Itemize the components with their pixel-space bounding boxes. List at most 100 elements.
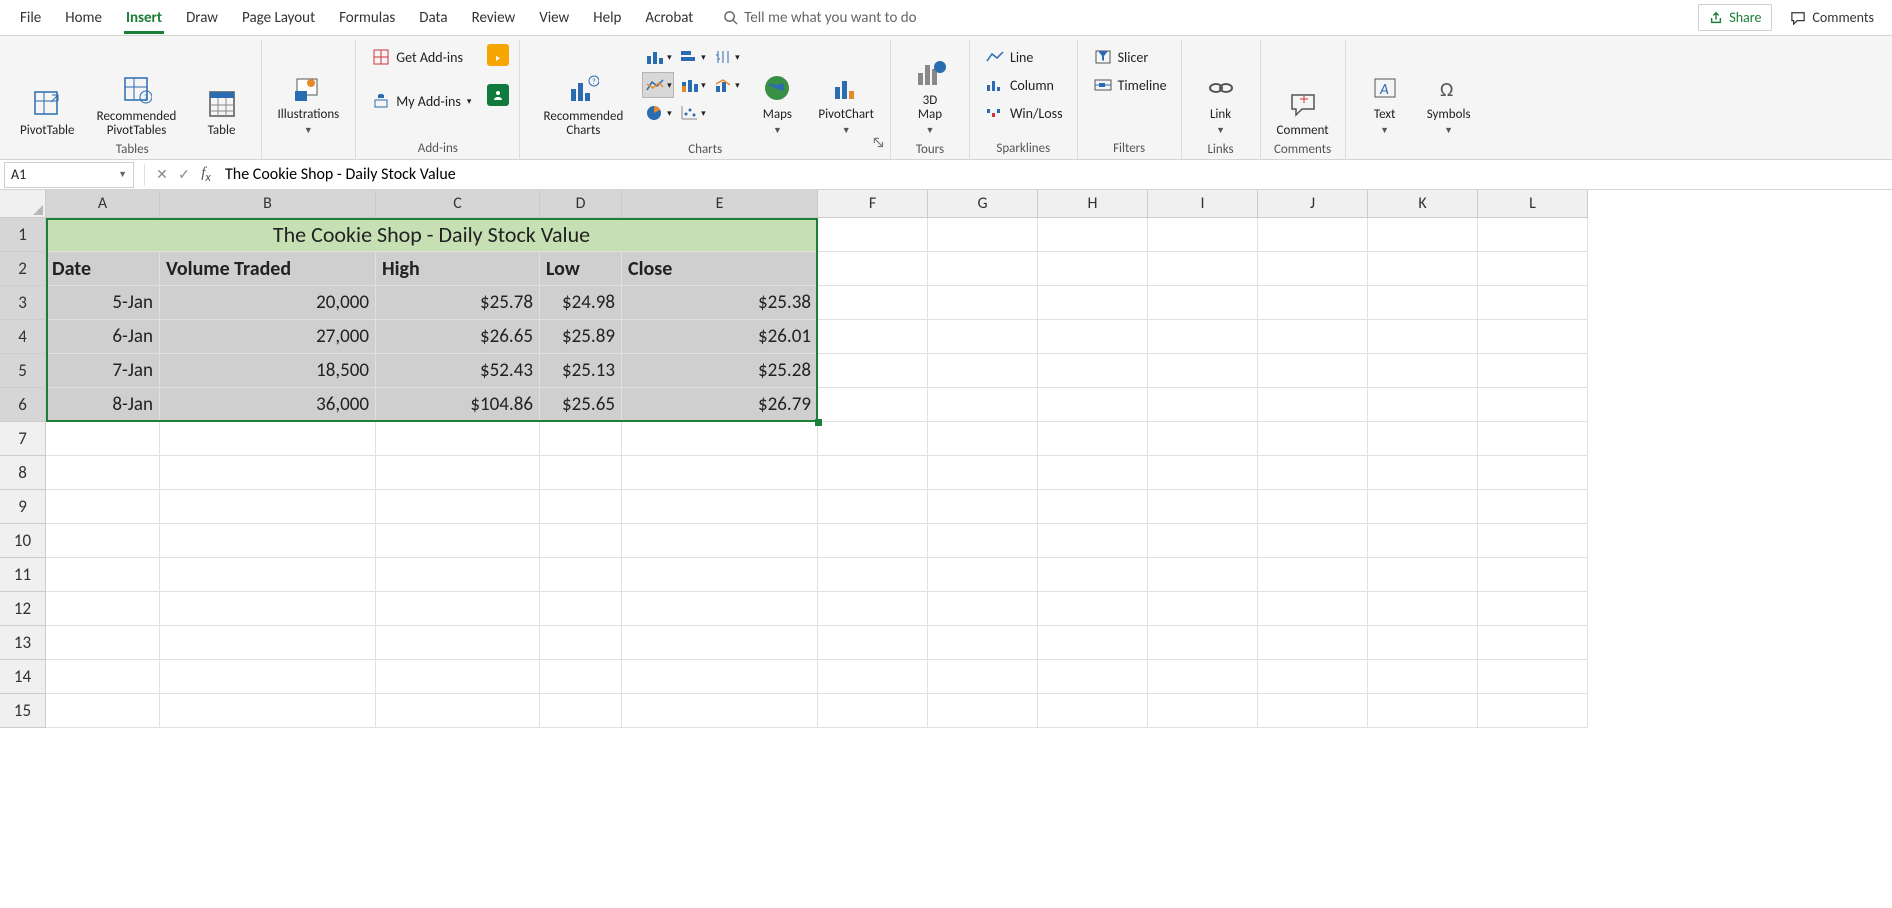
cell[interactable] (1258, 286, 1368, 320)
tab-file[interactable]: File (8, 3, 53, 33)
cell[interactable] (160, 592, 376, 626)
cell[interactable] (1258, 218, 1368, 252)
cell[interactable] (1038, 558, 1148, 592)
cell[interactable] (160, 456, 376, 490)
row-header[interactable]: 3 (0, 286, 46, 320)
my-addins-button[interactable]: My Add-ins ▾ (366, 88, 475, 114)
cell[interactable] (1478, 320, 1588, 354)
col-header-F[interactable]: F (818, 190, 928, 218)
cell[interactable] (622, 592, 818, 626)
cell[interactable]: 7-Jan (46, 354, 160, 388)
cell[interactable]: 8-Jan (46, 388, 160, 422)
cell[interactable] (818, 252, 928, 286)
cell[interactable] (540, 490, 622, 524)
cell[interactable] (1148, 388, 1258, 422)
cell[interactable] (818, 422, 928, 456)
cell[interactable] (1368, 456, 1478, 490)
cell[interactable] (928, 694, 1038, 728)
cancel-formula-icon[interactable]: ✕ (151, 166, 173, 183)
cell[interactable]: Low (540, 252, 622, 286)
cell[interactable] (1148, 524, 1258, 558)
timeline-button[interactable]: Timeline (1088, 72, 1171, 98)
3d-map-button[interactable]: 3D Map▼ (901, 44, 959, 140)
cell[interactable] (46, 558, 160, 592)
row-header[interactable]: 12 (0, 592, 46, 626)
sparkline-winloss-button[interactable]: Win/Loss (980, 100, 1067, 126)
tab-insert[interactable]: Insert (114, 3, 174, 33)
cell[interactable] (46, 694, 160, 728)
cell[interactable] (376, 660, 540, 694)
col-header-B[interactable]: B (160, 190, 376, 218)
slicer-button[interactable]: Slicer (1088, 44, 1171, 70)
cell[interactable] (1258, 252, 1368, 286)
comments-button[interactable]: Comments (1780, 5, 1884, 30)
cell[interactable]: $52.43 (376, 354, 540, 388)
cell[interactable]: 18,500 (160, 354, 376, 388)
cell[interactable] (1258, 626, 1368, 660)
cell[interactable] (540, 694, 622, 728)
row-header[interactable]: 2 (0, 252, 46, 286)
cell[interactable] (818, 558, 928, 592)
cell[interactable] (1038, 320, 1148, 354)
cell[interactable] (376, 524, 540, 558)
cell[interactable] (928, 456, 1038, 490)
cell[interactable] (1368, 524, 1478, 558)
cell[interactable]: 36,000 (160, 388, 376, 422)
cell[interactable] (376, 626, 540, 660)
cell[interactable] (928, 388, 1038, 422)
row-header[interactable]: 14 (0, 660, 46, 694)
cell[interactable] (1478, 694, 1588, 728)
cell[interactable] (1148, 558, 1258, 592)
col-header-H[interactable]: H (1038, 190, 1148, 218)
cell[interactable]: 5-Jan (46, 286, 160, 320)
tab-draw[interactable]: Draw (174, 3, 230, 33)
cell[interactable] (1478, 388, 1588, 422)
cell[interactable] (1148, 490, 1258, 524)
tab-data[interactable]: Data (407, 3, 459, 33)
cell[interactable] (622, 456, 818, 490)
col-header-J[interactable]: J (1258, 190, 1368, 218)
table-button[interactable]: Table (193, 44, 251, 140)
cell[interactable] (1258, 694, 1368, 728)
cell[interactable]: 27,000 (160, 320, 376, 354)
cell[interactable] (540, 660, 622, 694)
cell[interactable] (540, 558, 622, 592)
cell[interactable] (1368, 626, 1478, 660)
cell[interactable] (818, 456, 928, 490)
cell[interactable] (1038, 626, 1148, 660)
cell[interactable] (1258, 660, 1368, 694)
cell[interactable]: $26.01 (622, 320, 818, 354)
symbols-button[interactable]: Ω Symbols▼ (1420, 44, 1478, 140)
cell[interactable] (1368, 592, 1478, 626)
cell[interactable] (928, 252, 1038, 286)
maps-button[interactable]: Maps▼ (748, 44, 806, 140)
cell[interactable] (928, 660, 1038, 694)
cell[interactable] (818, 320, 928, 354)
tab-view[interactable]: View (527, 3, 581, 33)
cell[interactable] (46, 524, 160, 558)
tab-formulas[interactable]: Formulas (327, 3, 407, 33)
cell[interactable]: 20,000 (160, 286, 376, 320)
tell-me-search[interactable]: Tell me what you want to do (723, 9, 916, 27)
cell[interactable] (1368, 218, 1478, 252)
cell[interactable] (1148, 354, 1258, 388)
cell[interactable] (928, 354, 1038, 388)
cell[interactable] (1148, 218, 1258, 252)
cell[interactable] (1368, 320, 1478, 354)
cell[interactable] (1368, 694, 1478, 728)
cell[interactable] (160, 490, 376, 524)
col-header-I[interactable]: I (1148, 190, 1258, 218)
cell[interactable] (928, 490, 1038, 524)
cell-title[interactable]: The Cookie Shop - Daily Stock Value (46, 218, 818, 252)
charts-dialog-launcher-icon[interactable] (872, 136, 886, 150)
cell[interactable] (160, 660, 376, 694)
row-header[interactable]: 7 (0, 422, 46, 456)
row-header[interactable]: 10 (0, 524, 46, 558)
cell[interactable] (1258, 558, 1368, 592)
cell[interactable]: Volume Traded (160, 252, 376, 286)
cell[interactable] (928, 320, 1038, 354)
text-button[interactable]: A Text▼ (1356, 44, 1414, 140)
col-header-G[interactable]: G (928, 190, 1038, 218)
name-box[interactable]: A1▼ (4, 162, 134, 188)
cell[interactable] (1258, 354, 1368, 388)
